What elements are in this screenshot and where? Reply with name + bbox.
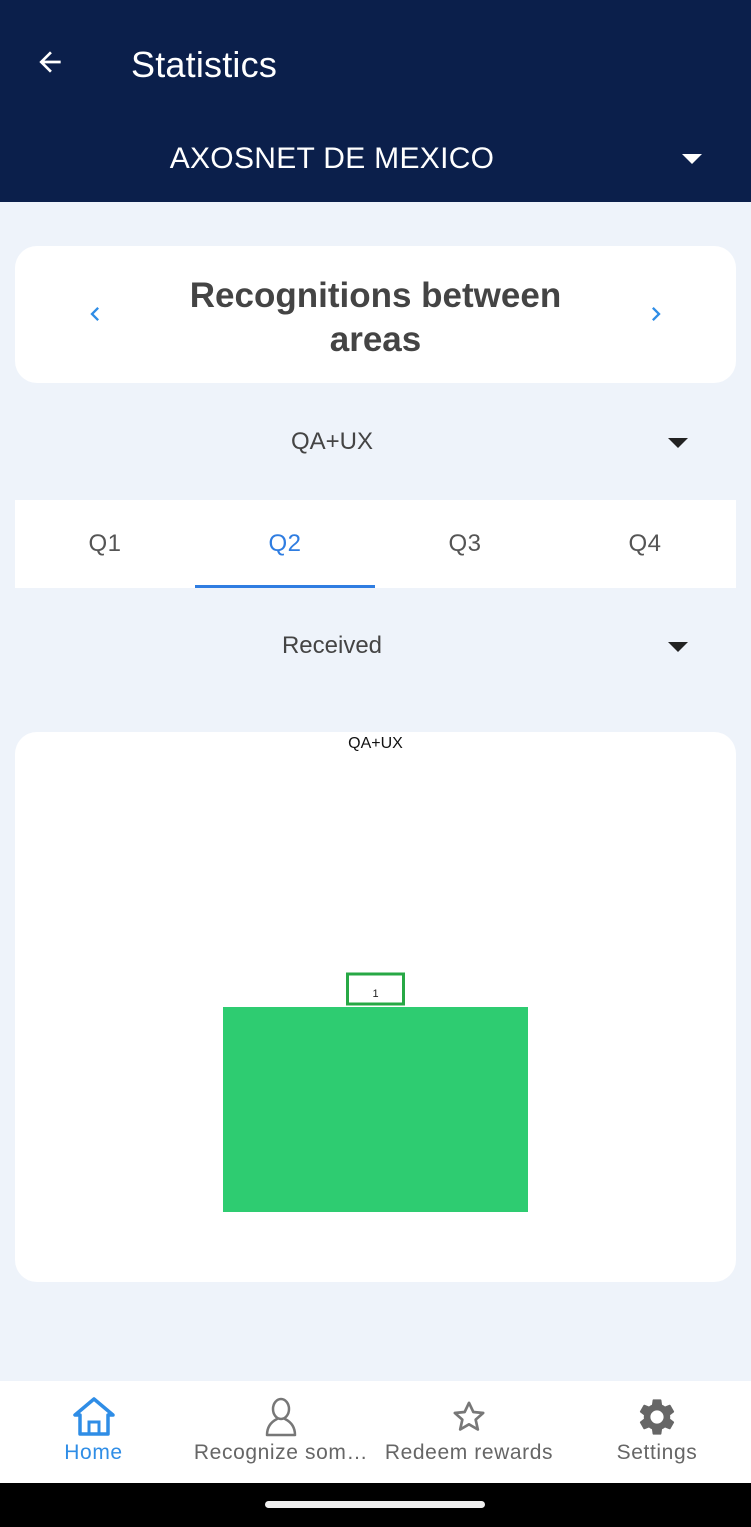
nav-recognize-label: Recognize som… xyxy=(193,1441,369,1464)
nav-home[interactable]: Home xyxy=(0,1381,187,1483)
star-icon xyxy=(453,1401,485,1431)
nav-recognize[interactable]: Recognize som… xyxy=(187,1381,375,1483)
tab-q3[interactable]: Q3 xyxy=(375,500,555,588)
nav-home-label: Home xyxy=(64,1441,123,1464)
data-label: 1 xyxy=(372,988,378,1000)
caret-down-icon xyxy=(668,438,688,448)
tab-q1[interactable]: Q1 xyxy=(15,500,195,588)
statistic-title: Recognitions between areas xyxy=(189,276,562,359)
chart-bar[interactable] xyxy=(223,1007,528,1212)
nav-settings-label: Settings xyxy=(616,1441,698,1464)
previous-statistic-button[interactable] xyxy=(75,294,115,334)
bottom-navigation: Home Recognize som… Redeem rewards Setti… xyxy=(0,1381,751,1483)
nav-redeem-label: Redeem rewards xyxy=(384,1441,554,1464)
bar-chart: QA+UX 1 xyxy=(223,735,528,1212)
area-dropdown[interactable]: QA+UX xyxy=(0,410,751,470)
caret-down-icon xyxy=(668,642,688,652)
page-title: Statistics xyxy=(131,44,278,85)
company-dropdown[interactable]: AXOSNET DE MEXICO xyxy=(0,130,751,190)
back-button[interactable] xyxy=(28,40,72,84)
gear-icon xyxy=(639,1399,675,1435)
statistic-selector-card: Recognitions between areas xyxy=(15,246,736,383)
tab-q4[interactable]: Q4 xyxy=(555,500,735,588)
area-dropdown-value: QA+UX xyxy=(290,428,374,455)
person-icon xyxy=(265,1397,297,1437)
direction-dropdown-value: Received xyxy=(281,632,383,659)
system-navigation-bar xyxy=(0,1483,751,1527)
next-statistic-button[interactable] xyxy=(636,294,676,334)
home-indicator[interactable] xyxy=(265,1501,485,1508)
arrow-back-icon xyxy=(39,51,61,73)
nav-redeem[interactable]: Redeem rewards xyxy=(375,1381,563,1483)
chevron-right-icon xyxy=(652,307,661,321)
company-name: AXOSNET DE MEXICO xyxy=(169,142,495,175)
caret-down-icon xyxy=(682,154,702,164)
chart-title: QA+UX xyxy=(348,735,403,752)
quarter-tabs: Q1 Q2 Q3 Q4 xyxy=(15,500,736,588)
nav-settings[interactable]: Settings xyxy=(563,1381,751,1483)
chevron-left-icon xyxy=(90,307,99,321)
app-header: Statistics AXOSNET DE MEXICO xyxy=(0,0,751,202)
chart-card: QA+UX 1 xyxy=(15,732,736,1282)
home-icon xyxy=(72,1397,115,1436)
tab-q2[interactable]: Q2 xyxy=(195,500,375,588)
direction-dropdown[interactable]: Received xyxy=(0,614,751,674)
